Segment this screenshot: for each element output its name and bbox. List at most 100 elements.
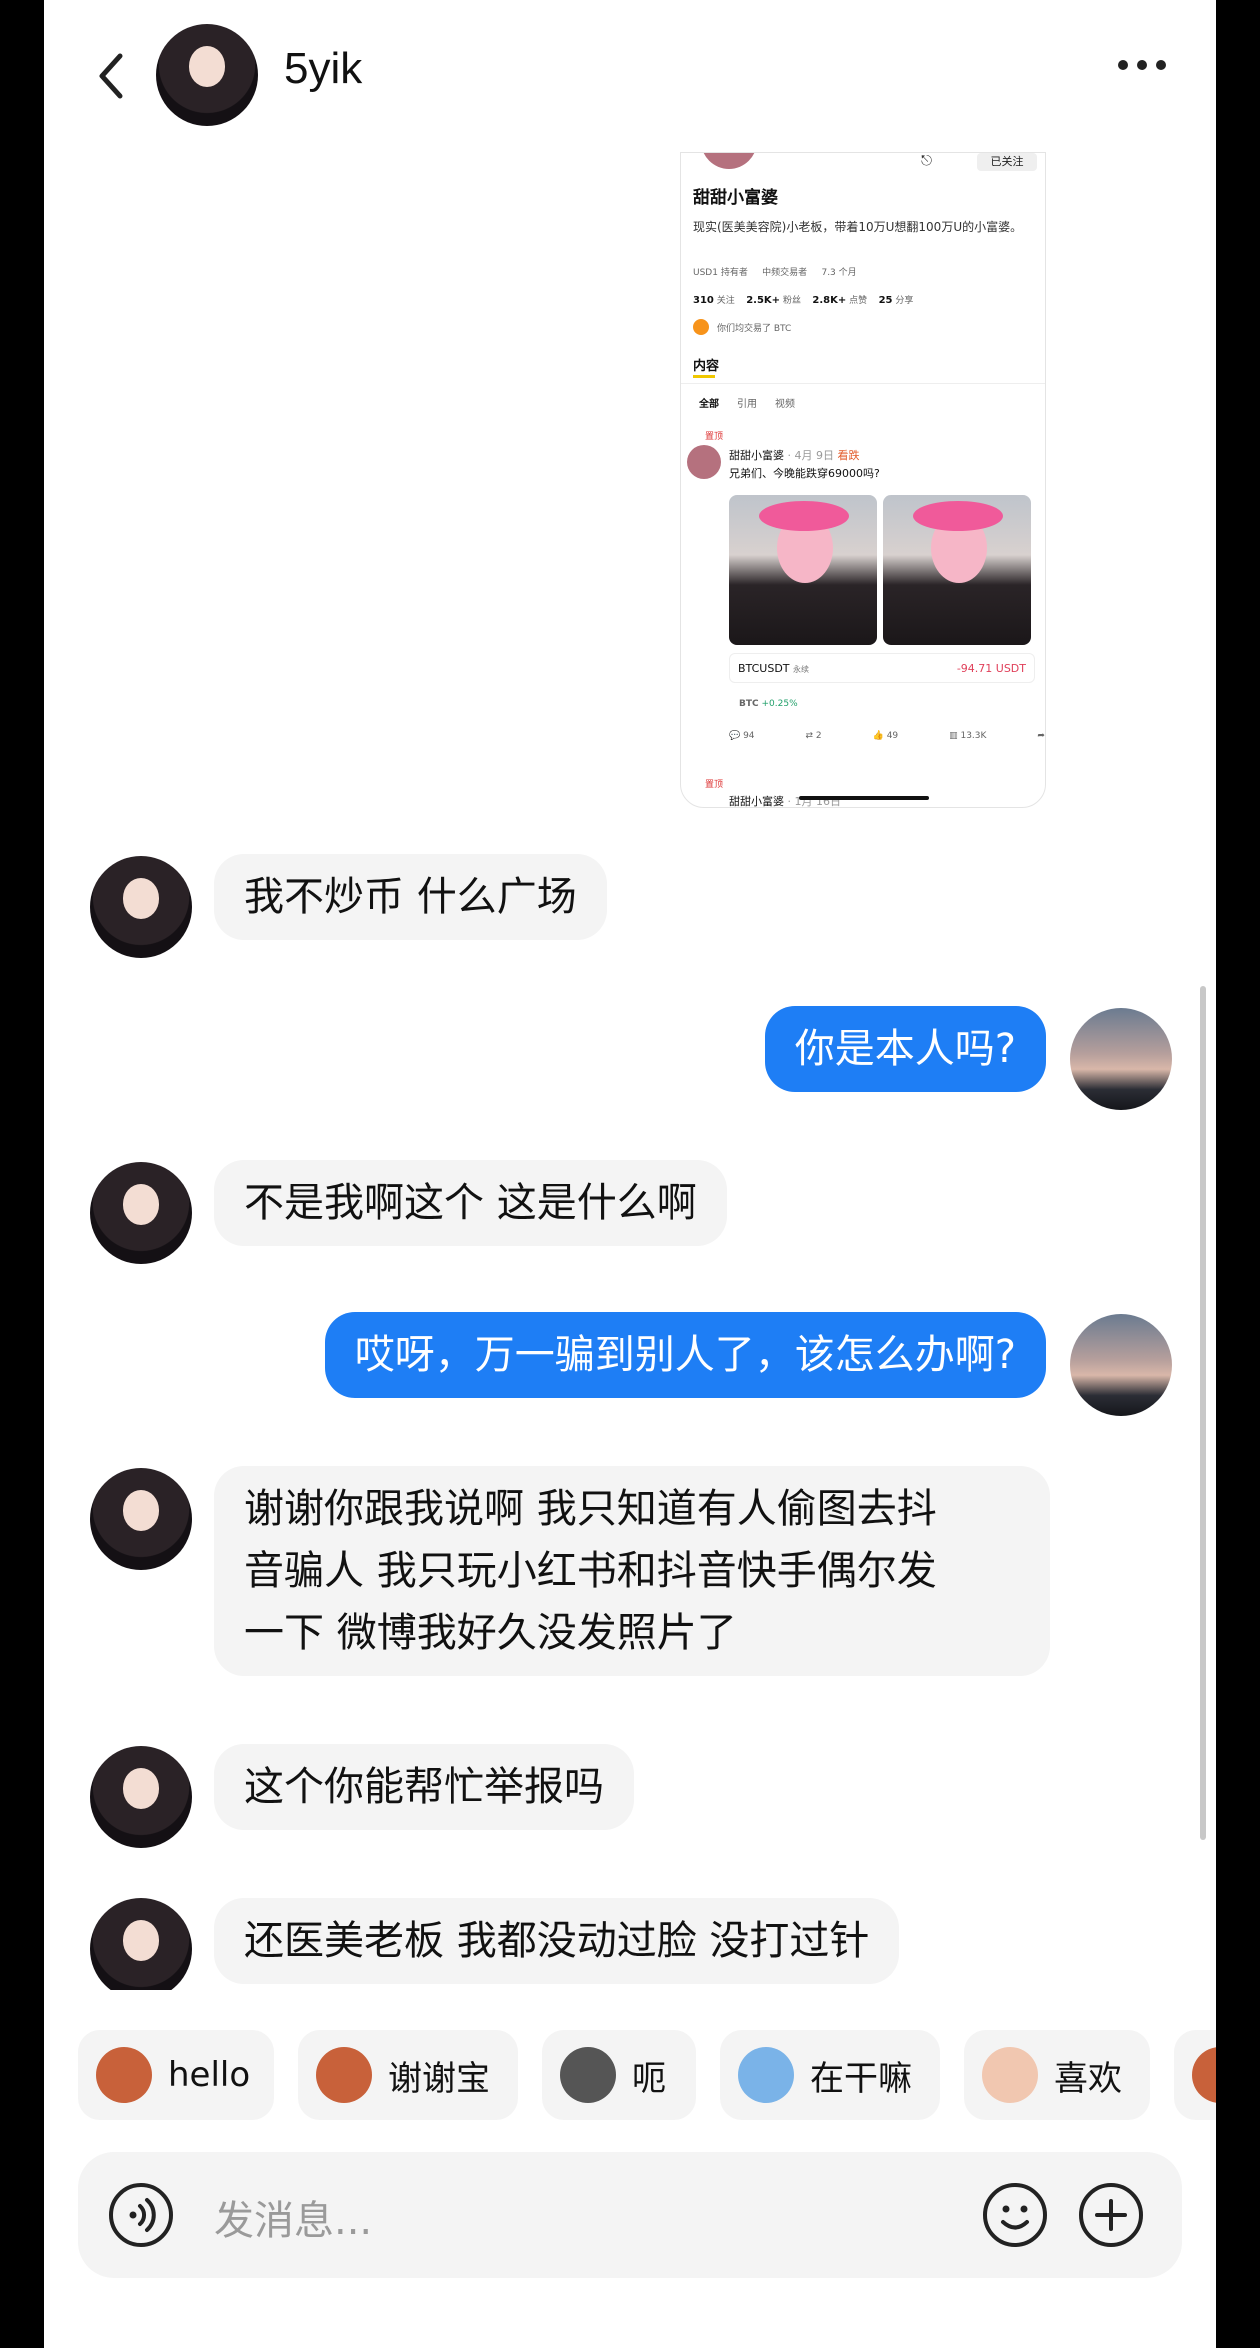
trade-symbol: BTCUSDT — [738, 662, 790, 675]
monkey-rose-emoji-icon — [316, 2047, 372, 2103]
content-tabs: 全部 引用 视频 — [699, 395, 795, 410]
profile-name: 甜甜小富婆 — [693, 188, 778, 208]
message-bubble-incoming[interactable]: 不是我啊这个 这是什么啊 — [214, 1160, 727, 1246]
message-bubble-outgoing[interactable]: 你是本人吗? — [764, 1006, 1046, 1092]
tab-videos: 视频 — [775, 399, 795, 410]
stat-label: 关注 — [716, 296, 735, 306]
more-options-button[interactable] — [1118, 60, 1166, 70]
quick-reply-row: hello 谢谢宝 呃 在干嘛 喜欢 — [78, 2030, 1216, 2120]
shared-image-message[interactable]: ⎋ 已关注 甜甜小富婆 现实(医美美容院)小老板，带着10万U想翻100万U的小… — [680, 152, 1046, 808]
traded-note: 你们均交易了 BTC — [717, 324, 792, 334]
smiley-icon[interactable] — [982, 2182, 1048, 2248]
message-bubble-incoming[interactable]: 我不炒币 什么广场 — [214, 854, 607, 940]
message-bubble-incoming[interactable]: 这个你能帮忙举报吗 — [214, 1744, 634, 1830]
contact-avatar[interactable] — [90, 1898, 192, 1990]
contact-avatar[interactable] — [90, 1746, 192, 1848]
likes-count: 👍 49 — [872, 731, 899, 741]
pinned-label: 置顶 — [705, 432, 724, 442]
my-avatar[interactable] — [1070, 1008, 1172, 1110]
contact-avatar[interactable] — [90, 856, 192, 958]
tag-duration: 7.3 个月 — [821, 268, 857, 278]
quick-reply-more[interactable] — [1174, 2030, 1216, 2120]
quick-reply-like[interactable]: 喜欢 — [964, 2030, 1150, 2120]
post-photo — [729, 495, 877, 645]
more-dot-icon — [1137, 60, 1147, 70]
btc-coin-icon — [693, 319, 709, 335]
quick-reply-label: 在干嘛 — [810, 2058, 912, 2099]
views-count: ▥ 13.3K — [949, 731, 987, 741]
content-heading: 内容 — [693, 359, 720, 374]
message-line: 音骗人 我只玩小红书和抖音快手偶尔发 — [244, 1548, 937, 1594]
quick-reply-uh[interactable]: 呃 — [542, 2030, 696, 2120]
contact-avatar[interactable] — [90, 1468, 192, 1570]
profile-stats: 310 关注 2.5K+ 粉丝 2.8K+ 点赞 25 分享 — [693, 293, 913, 306]
message-bubble-incoming[interactable]: 还医美老板 我都没动过脸 没打过针 — [214, 1898, 900, 1984]
blue-bird-emoji-icon — [738, 2047, 794, 2103]
chat-header: 5yik — [44, 0, 1216, 150]
profile-avatar — [701, 153, 757, 169]
reposts-count: ⇄ 2 — [805, 731, 822, 741]
contact-avatar[interactable] — [156, 24, 258, 126]
quick-reply-label: 喜欢 — [1054, 2058, 1122, 2099]
my-avatar[interactable] — [1070, 1314, 1172, 1416]
stat-value: 25 — [878, 295, 893, 306]
stat-value: 2.8K+ — [812, 295, 847, 306]
tab-all: 全部 — [699, 399, 719, 410]
reposts-value: 2 — [815, 731, 822, 741]
profile-bio: 现实(医美美容院)小老板，带着10万U想翻100万U的小富婆。 — [693, 220, 1023, 234]
contact-name[interactable]: 5yik — [284, 44, 362, 94]
share-icon: ⎋ — [921, 153, 933, 169]
message-input[interactable]: 发消息... — [214, 2188, 372, 2246]
chat-screen: 5yik ⎋ 已关注 甜甜小富婆 现实(医美美容院)小老板，带着10万U想翻10… — [44, 0, 1216, 2348]
cat-emoji-icon — [560, 2047, 616, 2103]
quick-reply-label: 呃 — [632, 2058, 666, 2099]
quick-reply-label: hello — [168, 2055, 251, 2095]
quick-reply-what-doing[interactable]: 在干嘛 — [720, 2030, 940, 2120]
btc-change: +0.25% — [761, 699, 798, 709]
plus-icon[interactable] — [1078, 2182, 1144, 2248]
share-icon: ➦ — [1037, 731, 1045, 741]
pinned-label: 置顶 — [705, 780, 724, 790]
comments-value: 94 — [743, 731, 755, 741]
message-bubble-incoming[interactable]: 谢谢你跟我说啊 我只知道有人偷图去抖 音骗人 我只玩小红书和抖音快手偶尔发 一下… — [214, 1466, 1050, 1676]
scrollbar[interactable] — [1200, 986, 1206, 1840]
trade-symbol-line: BTCUSDT 永续 — [738, 662, 809, 675]
quick-reply-hello[interactable]: hello — [78, 2030, 274, 2120]
follow-status-badge: 已关注 — [977, 153, 1037, 171]
monkey-emoji-icon — [1192, 2047, 1216, 2103]
post-actions: 💬 94 ⇄ 2 👍 49 ▥ 13.3K ➦ — [729, 731, 1045, 741]
post-text: 兄弟们、今晚能跌穿69000吗? — [729, 467, 880, 480]
stat-value: 310 — [693, 295, 714, 306]
quick-reply-label: 谢谢宝 — [388, 2058, 490, 2099]
likes-value: 49 — [886, 731, 899, 741]
trade-type: 永续 — [793, 665, 810, 674]
contact-avatar[interactable] — [90, 1162, 192, 1264]
trade-card: BTCUSDT 永续 -94.71 USDT — [729, 653, 1035, 683]
quick-reply-thanks[interactable]: 谢谢宝 — [298, 2030, 518, 2120]
post-photo — [883, 495, 1031, 645]
sheep-emoji-icon — [982, 2047, 1038, 2103]
stat-label: 粉丝 — [782, 296, 801, 306]
tab-quotes: 引用 — [737, 399, 757, 410]
views-value: 13.3K — [960, 731, 987, 741]
divider — [681, 383, 1045, 384]
monkey-emoji-icon — [96, 2047, 152, 2103]
voice-icon[interactable] — [108, 2182, 174, 2248]
more-dot-icon — [1156, 60, 1166, 70]
btc-change-line: BTC +0.25% — [739, 699, 798, 709]
message-composer: 发消息... — [78, 2152, 1182, 2278]
message-line: 谢谢你跟我说啊 我只知道有人偷图去抖 — [244, 1486, 937, 1532]
post-avatar — [687, 445, 721, 479]
profile-tags: USD1 持有者 中频交易者 7.3 个月 — [693, 265, 857, 278]
post-date: 4月 9日 — [794, 449, 835, 462]
tag-usd1: USD1 持有者 — [693, 268, 748, 278]
trade-pnl: -94.71 USDT — [956, 662, 1026, 675]
post-author-line: 甜甜小富婆 · 4月 9日 看跌 — [729, 449, 860, 462]
home-indicator — [799, 796, 929, 800]
btc-label: BTC — [739, 699, 759, 709]
more-dot-icon — [1118, 60, 1128, 70]
message-line: 一下 微博我好久没发照片了 — [244, 1610, 737, 1656]
comments-count: 💬 94 — [729, 731, 755, 741]
back-button[interactable] — [84, 40, 144, 110]
message-bubble-outgoing[interactable]: 哎呀，万一骗到别人了，该怎么办啊? — [324, 1312, 1046, 1398]
